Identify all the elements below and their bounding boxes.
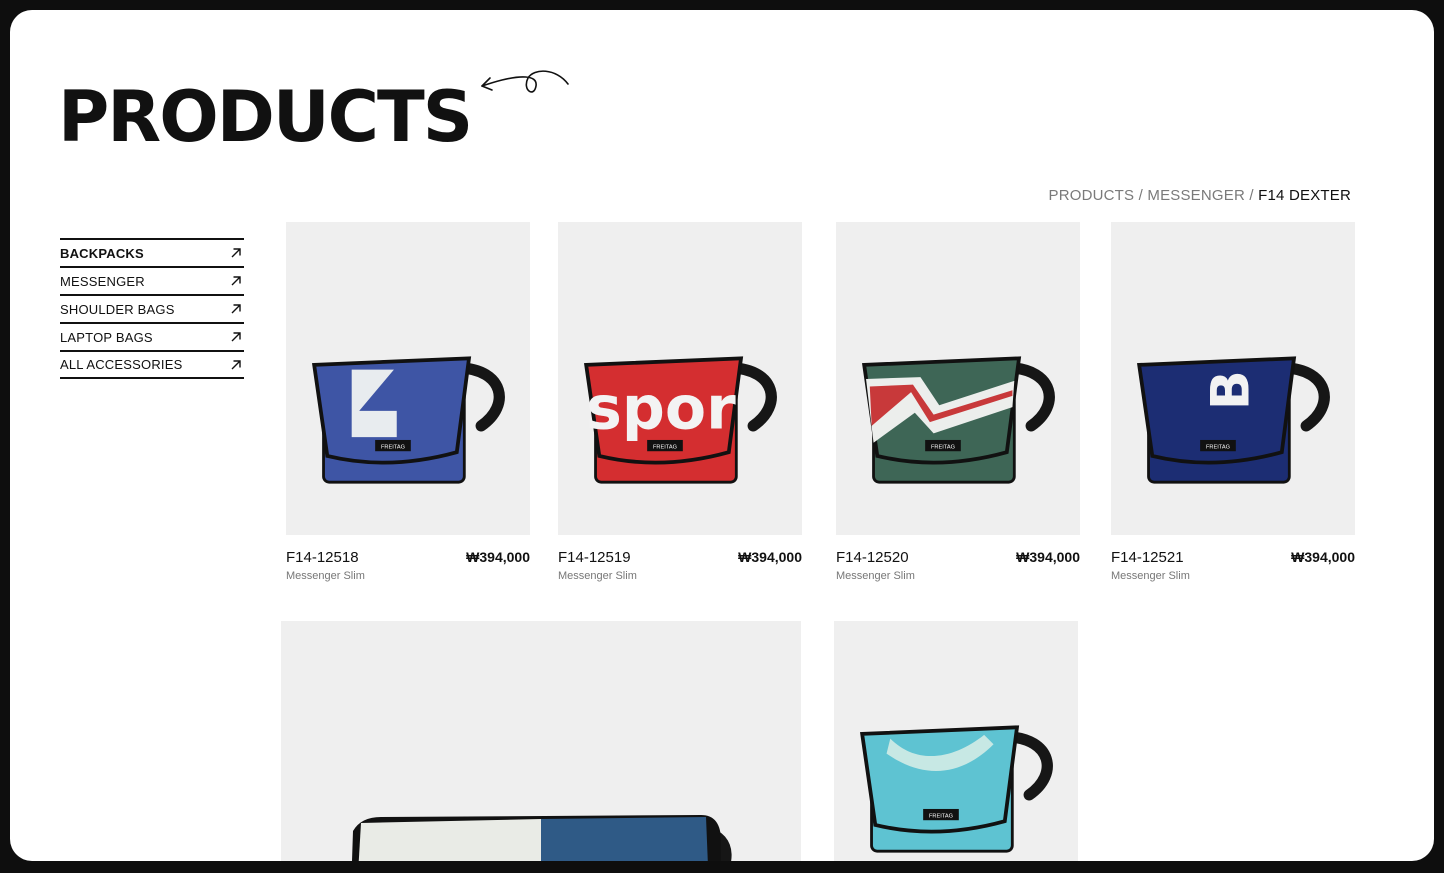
arrow-up-right-icon bbox=[231, 332, 241, 342]
product-image[interactable]: B FREITAG bbox=[1111, 222, 1355, 535]
sidebar-item-label: SHOULDER BAGS bbox=[60, 301, 175, 317]
product-price: ₩394,000 bbox=[1291, 549, 1355, 565]
arrow-up-right-icon bbox=[231, 248, 241, 258]
product-card[interactable]: FREITAG bbox=[834, 621, 1078, 861]
breadcrumb-item-messenger[interactable]: MESSENGER bbox=[1147, 187, 1245, 204]
messenger-bag-image bbox=[352, 815, 732, 861]
product-image[interactable]: FREITAG bbox=[836, 222, 1080, 535]
product-meta: F14-12519 ₩394,000 Messenger Slim bbox=[558, 535, 802, 582]
product-meta: F14-12520 ₩394,000 Messenger Slim bbox=[836, 535, 1080, 582]
browser-frame: PRODUCTS PRODUCTS / MESSENGER / F14 DEXT… bbox=[10, 10, 1434, 861]
product-card[interactable]: B FREITAG F14-12521 ₩394,000 Messenger S… bbox=[1111, 222, 1355, 582]
product-price: ₩394,000 bbox=[1016, 549, 1080, 565]
product-image[interactable]: FREITAG bbox=[286, 222, 530, 535]
messenger-bag-image: FREITAG bbox=[861, 356, 1055, 484]
svg-text:FREITAG: FREITAG bbox=[929, 813, 953, 819]
product-code[interactable]: F14-12518 bbox=[286, 549, 359, 566]
product-subtitle: Messenger Slim bbox=[558, 570, 637, 582]
product-card[interactable]: FREITAG F14-12520 ₩394,000 Messenger Sli… bbox=[836, 222, 1080, 582]
breadcrumb-separator: / bbox=[1134, 187, 1148, 204]
svg-text:B: B bbox=[1201, 370, 1262, 410]
breadcrumb-separator: / bbox=[1245, 187, 1259, 204]
breadcrumb: PRODUCTS / MESSENGER / F14 DEXTER bbox=[1048, 187, 1351, 204]
svg-text:spor: spor bbox=[586, 374, 736, 444]
arrow-up-right-icon bbox=[231, 276, 241, 286]
sidebar-item-label: LAPTOP BAGS bbox=[60, 329, 153, 345]
sidebar-item-messenger[interactable]: MESSENGER bbox=[60, 266, 244, 294]
sidebar-item-laptop-bags[interactable]: LAPTOP BAGS bbox=[60, 322, 244, 350]
product-card[interactable]: spor FREITAG F14-12519 ₩394,000 Messenge… bbox=[558, 222, 802, 582]
sidebar-item-all-accessories[interactable]: ALL ACCESSORIES bbox=[60, 350, 244, 379]
messenger-bag-image: spor FREITAG bbox=[583, 356, 777, 484]
product-code[interactable]: F14-12519 bbox=[558, 549, 631, 566]
breadcrumb-item-products[interactable]: PRODUCTS bbox=[1048, 187, 1134, 204]
svg-text:FREITAG: FREITAG bbox=[653, 444, 677, 450]
svg-text:FREITAG: FREITAG bbox=[381, 444, 405, 450]
product-price: ₩394,000 bbox=[466, 549, 530, 565]
product-price: ₩394,000 bbox=[738, 549, 802, 565]
product-meta: F14-12521 ₩394,000 Messenger Slim bbox=[1111, 535, 1355, 582]
sidebar-item-label: MESSENGER bbox=[60, 273, 145, 289]
product-subtitle: Messenger Slim bbox=[1111, 570, 1190, 582]
svg-text:FREITAG: FREITAG bbox=[931, 444, 955, 450]
product-card[interactable] bbox=[281, 621, 801, 861]
product-code[interactable]: F14-12521 bbox=[1111, 549, 1184, 566]
product-meta: F14-12518 ₩394,000 Messenger Slim bbox=[286, 535, 530, 582]
sidebar-item-label: BACKPACKS bbox=[60, 245, 144, 261]
svg-text:FREITAG: FREITAG bbox=[1206, 444, 1230, 450]
messenger-bag-image: FREITAG bbox=[859, 725, 1053, 853]
arrow-up-right-icon bbox=[231, 304, 241, 314]
product-image[interactable]: spor FREITAG bbox=[558, 222, 802, 535]
messenger-bag-image: FREITAG bbox=[311, 356, 505, 484]
product-subtitle: Messenger Slim bbox=[286, 570, 365, 582]
product-card[interactable]: FREITAG F14-12518 ₩394,000 Messenger Sli… bbox=[286, 222, 530, 582]
breadcrumb-current: F14 DEXTER bbox=[1258, 187, 1351, 204]
sidebar-item-label: ALL ACCESSORIES bbox=[60, 357, 183, 372]
sidebar-item-backpacks[interactable]: BACKPACKS bbox=[60, 238, 244, 266]
product-subtitle: Messenger Slim bbox=[836, 570, 915, 582]
product-image[interactable]: FREITAG bbox=[834, 621, 1078, 861]
arrow-doodle-icon bbox=[481, 70, 569, 93]
page-title: PRODUCTS bbox=[58, 76, 473, 158]
product-code[interactable]: F14-12520 bbox=[836, 549, 909, 566]
arrow-up-right-icon bbox=[231, 359, 241, 369]
category-sidebar: BACKPACKS MESSENGER SHOULDER BAGS LAPTOP… bbox=[60, 238, 244, 379]
messenger-bag-image: B FREITAG bbox=[1136, 356, 1330, 484]
product-image[interactable] bbox=[281, 621, 801, 861]
sidebar-item-shoulder-bags[interactable]: SHOULDER BAGS bbox=[60, 294, 244, 322]
